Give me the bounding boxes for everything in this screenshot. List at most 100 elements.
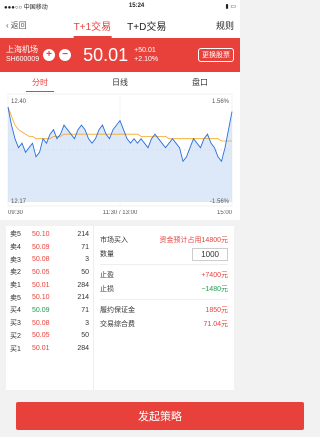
time-axis: 09:30 11:30 / 13:00 15:00 <box>0 210 240 220</box>
quote-bar: 上海机场 SH600009 + − 50.01 +50.01 +2.10% 更换… <box>0 38 240 72</box>
orderbook-price: 50.08 <box>32 256 50 264</box>
orderbook-row: 卖1 50.01 284 <box>10 279 89 292</box>
fee-label: 交易综合费 <box>100 321 135 328</box>
change-percent: +2.10% <box>134 56 159 63</box>
quantity-input[interactable]: 1000 <box>192 247 228 261</box>
stop-loss-row[interactable]: 止损 −1480元 <box>100 282 228 296</box>
orderbook-row: 卖2 50.05 50 <box>10 266 89 279</box>
stock-price: 50.01 <box>83 44 129 65</box>
y-bottom-label: 12.17 <box>11 199 27 205</box>
capital-note: 资金预计占用14800元 <box>159 237 228 244</box>
buy-block: 市场买入 资金预计占用14800元 数量 1000 <box>100 230 228 265</box>
pct-top-label: 1.56% <box>212 99 230 105</box>
orderbook-price: 50.05 <box>32 268 50 276</box>
orderbook-row: 卖3 50.08 3 <box>10 253 89 266</box>
stock-code: SH600009 <box>6 56 40 63</box>
time-end: 15:00 <box>216 210 232 216</box>
orderbook-level: 卖4 <box>10 244 21 252</box>
plus-icon[interactable]: + <box>43 49 56 61</box>
orderbook-row: 买4 50.09 71 <box>10 304 89 317</box>
market-buy-label: 市场买入 <box>100 237 128 244</box>
fee-row: 交易综合费 71.04元 <box>100 317 228 331</box>
orderbook-price: 50.10 <box>32 294 50 302</box>
orderbook-volume: 71 <box>81 306 89 314</box>
orderbook-level: 卖3 <box>10 256 21 264</box>
rules-link[interactable]: 规则 <box>216 19 234 32</box>
orderbook-level: 买3 <box>10 320 21 328</box>
orderbook-row: 卖4 50.09 71 <box>10 241 89 254</box>
orderbook-volume: 71 <box>81 243 89 251</box>
fee-block: 履约保证金 1850元 交易综合费 71.04元 <box>100 300 228 334</box>
orderbook-level: 买4 <box>10 307 21 315</box>
orderbook-level: 买1 <box>10 345 21 353</box>
stop-profit-row[interactable]: 止盈 +7400元 <box>100 268 228 282</box>
market-buy-row: 市场买入 资金预计占用14800元 <box>100 233 228 247</box>
stock-info: 上海机场 SH600009 <box>6 45 39 65</box>
time-start: 09:30 <box>8 210 24 216</box>
battery-icon: ▮ ▭ <box>225 3 236 10</box>
orderbook-price: 50.05 <box>32 332 50 340</box>
orderbook-volume: 284 <box>77 345 89 353</box>
price-change: +50.01 +2.10% <box>134 46 158 64</box>
orderbook-level: 卖5 <box>10 231 21 239</box>
nav-bar: ‹ 返回 T+1交易 T+D交易 规则 <box>0 12 240 38</box>
quantity-row: 数量 1000 <box>100 247 228 261</box>
chart-svg: 12.40 12.17 1.56% -1.56% <box>7 93 233 207</box>
switch-stock-button[interactable]: 更换股票 <box>198 48 234 62</box>
orderbook-price: 50.01 <box>32 345 50 353</box>
tab-t1[interactable]: T+1交易 <box>73 12 111 38</box>
carrier-text: ●●●○○ 中国移动 <box>4 4 48 11</box>
stop-profit-label: 止盈 <box>100 272 114 279</box>
stop-profit-value: +7400元 <box>201 272 228 279</box>
pct-bottom-label: -1.56% <box>210 199 230 205</box>
margin-row: 履约保证金 1850元 <box>100 303 228 317</box>
stock-name: 上海机场 <box>6 45 38 54</box>
trade-panel: 卖5 50.10 214 卖4 50.09 71 卖3 50.08 3 卖2 50.05 50 卖1 50… <box>6 226 234 390</box>
time-mid: 11:30 / 13:00 <box>102 210 138 216</box>
trade-tabs: T+1交易 T+D交易 <box>73 12 166 38</box>
stop-block: 止盈 +7400元 止损 −1480元 <box>100 265 228 300</box>
orderbook-row: 买3 50.08 3 <box>10 317 89 330</box>
orderbook-row: 卖5 50.10 214 <box>10 291 89 304</box>
back-label: 返回 <box>10 20 27 30</box>
start-strategy-button[interactable]: 发起策略 <box>16 402 304 430</box>
orderbook-volume: 50 <box>81 268 89 276</box>
chart-tabs: 分时 日线 盘口 <box>0 72 240 92</box>
minus-icon[interactable]: − <box>59 49 72 61</box>
clock: 15:24 <box>128 3 145 9</box>
quantity-label: 数量 <box>100 251 114 258</box>
intraday-chart: 12.40 12.17 1.56% -1.56% <box>0 92 240 210</box>
fee-value: 71.04元 <box>203 321 228 328</box>
chevron-left-icon: ‹ <box>6 20 9 30</box>
orderbook-row: 买2 50.05 50 <box>10 330 89 343</box>
orderbook-row: 卖5 50.10 214 <box>10 228 89 241</box>
orderbook-volume: 3 <box>85 319 89 327</box>
orderbook-price: 50.10 <box>32 230 50 238</box>
orderbook-row: 买1 50.01 284 <box>10 342 89 355</box>
orderbook-volume: 214 <box>77 230 89 238</box>
tab-orderbook[interactable]: 盘口 <box>186 73 214 92</box>
orderbook-level: 买2 <box>10 332 21 340</box>
orderbook-price: 50.01 <box>32 281 50 289</box>
stop-loss-value: −1480元 <box>201 286 228 293</box>
orderbook-volume: 3 <box>85 256 89 264</box>
stop-loss-label: 止损 <box>100 286 114 293</box>
tab-daily[interactable]: 日线 <box>106 73 134 92</box>
back-button[interactable]: ‹ 返回 <box>6 20 27 31</box>
orderbook-volume: 214 <box>77 294 89 302</box>
orderbook-level: 卖2 <box>10 269 21 277</box>
orderbook-volume: 50 <box>81 332 89 340</box>
status-bar: ●●●○○ 中国移动 15:24 ▮ ▭ <box>0 0 240 12</box>
orderbook-price: 50.09 <box>32 243 50 251</box>
orderbook-volume: 284 <box>77 281 89 289</box>
orderbook-level: 卖1 <box>10 282 21 290</box>
orderbook-level: 卖5 <box>10 294 21 302</box>
order-book: 卖5 50.10 214 卖4 50.09 71 卖3 50.08 3 卖2 50.05 50 卖1 50… <box>6 226 94 390</box>
orderbook-price: 50.08 <box>32 319 50 327</box>
change-value: +50.01 <box>134 47 156 54</box>
orderbook-price: 50.09 <box>32 306 50 314</box>
y-top-label: 12.40 <box>11 99 27 105</box>
margin-label: 履约保证金 <box>100 307 135 314</box>
tab-intraday[interactable]: 分时 <box>26 73 54 92</box>
tab-td[interactable]: T+D交易 <box>127 12 166 38</box>
